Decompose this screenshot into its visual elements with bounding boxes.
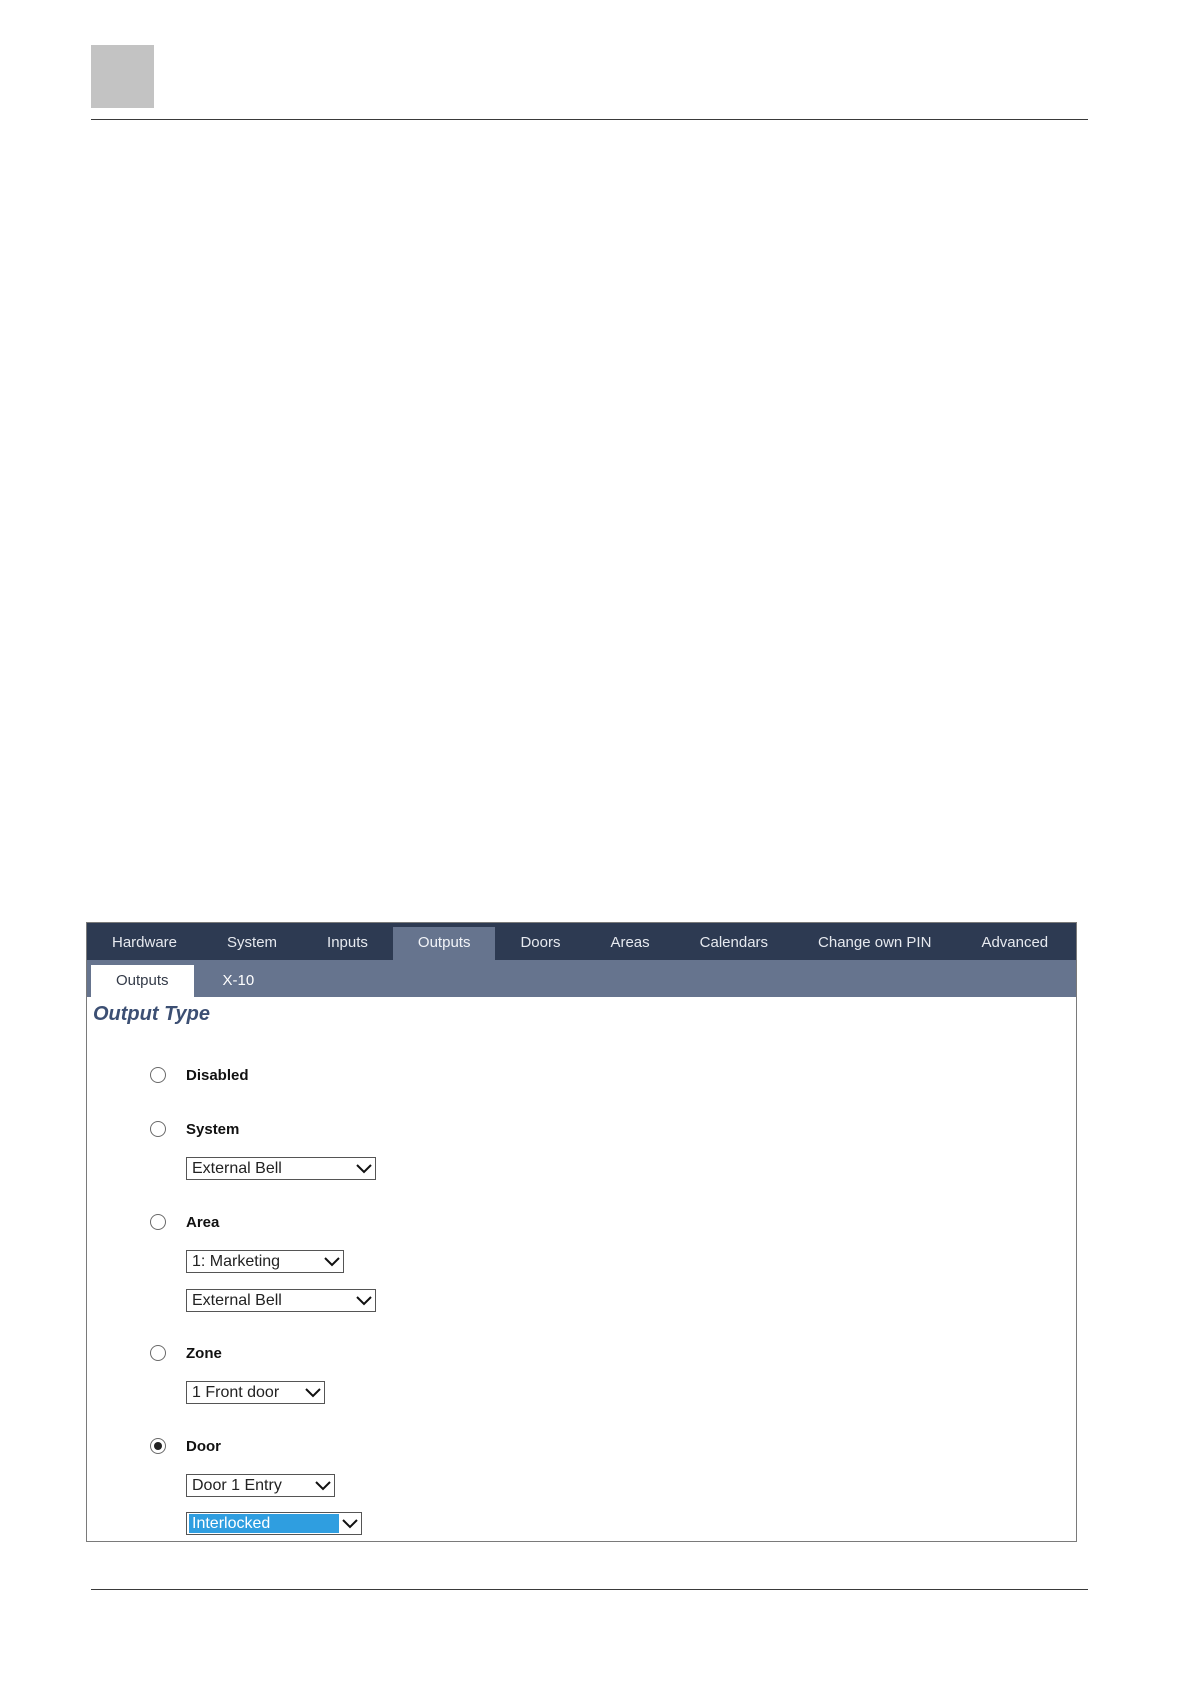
tab-outputs[interactable]: Outputs — [392, 927, 496, 960]
tab-hardware[interactable]: Hardware — [87, 927, 202, 960]
area-select[interactable]: 1: Marketing — [186, 1250, 344, 1273]
radio-disabled[interactable] — [150, 1067, 166, 1083]
tab-doors[interactable]: Doors — [495, 927, 585, 960]
chevron-down-icon — [356, 1296, 372, 1306]
radio-door[interactable] — [150, 1438, 166, 1454]
tab-calendars[interactable]: Calendars — [675, 927, 793, 960]
system-select[interactable]: External Bell — [186, 1157, 376, 1180]
chevron-down-icon — [305, 1388, 321, 1398]
label-door: Door — [186, 1438, 221, 1455]
header-rule — [91, 119, 1088, 120]
zone-select-value: 1 Front door — [192, 1384, 280, 1401]
chevron-down-icon — [324, 1257, 340, 1267]
door-mode-select-value: Interlocked — [189, 1514, 339, 1533]
tab-inputs[interactable]: Inputs — [302, 927, 393, 960]
door-mode-select[interactable]: Interlocked — [186, 1512, 362, 1535]
subtab-x10[interactable]: X-10 — [198, 965, 280, 997]
main-nav: Hardware System Inputs Outputs Doors Are… — [87, 923, 1076, 960]
label-system: System — [186, 1121, 240, 1138]
tab-system[interactable]: System — [202, 927, 302, 960]
chevron-down-icon — [315, 1481, 331, 1491]
radio-zone[interactable] — [150, 1345, 166, 1361]
label-zone: Zone — [186, 1345, 222, 1362]
area-bell-select[interactable]: External Bell — [186, 1289, 376, 1312]
header-corner-block — [91, 45, 154, 108]
chevron-down-icon — [342, 1519, 358, 1529]
footer-rule — [91, 1589, 1088, 1590]
zone-select[interactable]: 1 Front door — [186, 1381, 325, 1404]
radio-system[interactable] — [150, 1121, 166, 1137]
area-select-value: 1: Marketing — [192, 1253, 281, 1270]
tab-advanced[interactable]: Advanced — [956, 927, 1073, 960]
subtab-outputs[interactable]: Outputs — [91, 965, 194, 997]
section-title: Output Type — [93, 1003, 211, 1025]
sub-nav: Outputs X-10 — [87, 960, 1076, 997]
radio-area[interactable] — [150, 1214, 166, 1230]
screenshot-panel: Hardware System Inputs Outputs Doors Are… — [86, 922, 1077, 1542]
area-bell-select-value: External Bell — [192, 1292, 282, 1309]
system-select-value: External Bell — [192, 1160, 282, 1177]
tab-change-own-pin[interactable]: Change own PIN — [793, 927, 956, 960]
chevron-down-icon — [356, 1164, 372, 1174]
door-select[interactable]: Door 1 Entry — [186, 1474, 335, 1497]
label-area: Area — [186, 1214, 220, 1231]
tab-areas[interactable]: Areas — [585, 927, 674, 960]
door-select-value: Door 1 Entry — [192, 1477, 282, 1494]
label-disabled: Disabled — [186, 1067, 249, 1084]
